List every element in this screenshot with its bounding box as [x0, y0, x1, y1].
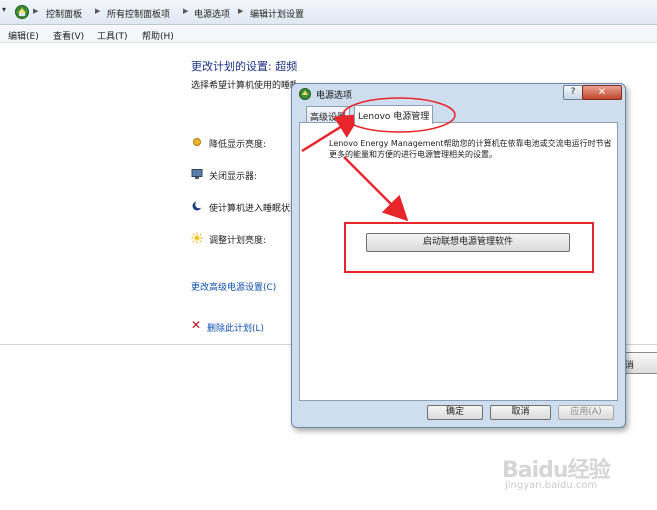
- menu-tools[interactable]: 工具(T): [97, 29, 128, 42]
- help-button[interactable]: ?: [563, 85, 583, 100]
- page-title: 更改计划的设置: 超频: [191, 60, 298, 73]
- breadcrumb-power-options[interactable]: 电源选项: [194, 7, 230, 20]
- setting-label: 关闭显示器:: [209, 172, 258, 182]
- control-panel-icon: [15, 5, 29, 19]
- breadcrumb-separator-icon: ▶: [95, 7, 101, 15]
- cancel-changes-button[interactable]: 消: [621, 352, 657, 374]
- menu-help[interactable]: 帮助(H): [142, 29, 174, 42]
- tab-panel: [299, 122, 618, 401]
- delete-plan-label: 删除此计划(L): [207, 324, 265, 334]
- ok-button[interactable]: 确定: [427, 405, 483, 420]
- cancel-button[interactable]: 取消: [490, 405, 551, 420]
- sun-icon: [191, 232, 203, 244]
- menu-edit[interactable]: 编辑(E): [8, 29, 39, 42]
- watermark-url: jingyan.baidu.com: [505, 480, 598, 491]
- power-options-dialog: 电源选项 ? ✕ 高级设置 Lenovo 电源管理 Lenovo Energy …: [291, 83, 626, 428]
- setting-label: 使计算机进入睡眠状态:: [209, 204, 301, 214]
- breadcrumb-edit-plan[interactable]: 编辑计划设置: [250, 7, 304, 20]
- screen: ▾ ▶ 控制面板 ▶ 所有控制面板项 ▶ 电源选项 ▶ 编辑计划设置 编辑(E)…: [0, 0, 657, 510]
- power-options-icon: [299, 88, 311, 100]
- breadcrumb-separator-icon: ▶: [33, 7, 39, 15]
- brightness-dim-icon: [193, 138, 201, 146]
- advanced-settings-link[interactable]: 更改高级电源设置(C): [191, 280, 276, 293]
- breadcrumb-separator-icon: ▶: [238, 7, 244, 15]
- menu-view[interactable]: 查看(V): [53, 29, 84, 42]
- tab-lenovo-power[interactable]: Lenovo 电源管理: [354, 105, 434, 124]
- setting-label: 降低显示亮度:: [209, 140, 267, 150]
- close-button[interactable]: ✕: [582, 85, 622, 100]
- breadcrumb-separator-icon: ▶: [183, 7, 189, 15]
- address-bar[interactable]: ▾ ▶ 控制面板 ▶ 所有控制面板项 ▶ 电源选项 ▶ 编辑计划设置: [0, 0, 657, 25]
- page-subtitle: 选择希望计算机使用的睡眠设置和显示设置。: [191, 81, 296, 91]
- sleep-moon-icon: [192, 200, 203, 211]
- nav-dropdown-icon[interactable]: ▾: [2, 5, 6, 14]
- breadcrumb-control-panel[interactable]: 控制面板: [46, 7, 82, 20]
- monitor-icon: [191, 169, 203, 179]
- breadcrumb-all-items[interactable]: 所有控制面板项: [107, 7, 170, 20]
- delete-x-icon: ✕: [191, 318, 202, 332]
- apply-button[interactable]: 应用(A): [558, 405, 614, 420]
- menu-bar: 编辑(E) 查看(V) 工具(T) 帮助(H): [0, 26, 657, 43]
- launch-lenovo-power-button[interactable]: 启动联想电源管理软件: [366, 233, 570, 252]
- lenovo-description: Lenovo Energy Management帮助您的计算机在依靠电池或交流电…: [329, 139, 612, 159]
- setting-label: 调整计划亮度:: [209, 236, 267, 246]
- tab-advanced-settings[interactable]: 高级设置: [306, 106, 351, 123]
- dialog-title: 电源选项: [316, 91, 353, 101]
